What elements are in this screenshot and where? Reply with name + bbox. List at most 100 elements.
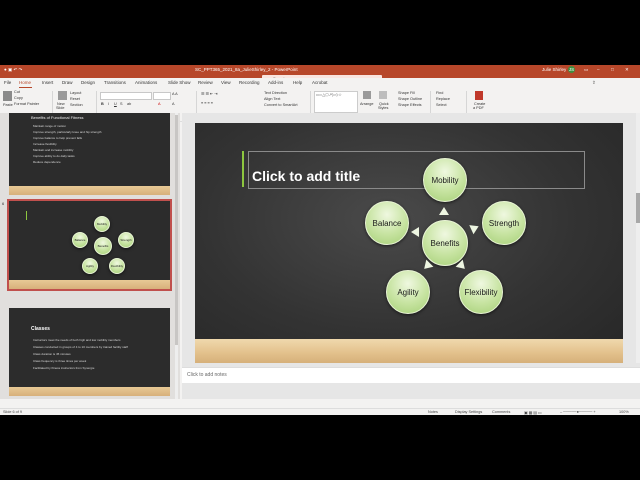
smartart-node-center[interactable]: Benefits: [422, 220, 468, 266]
shadow-icon[interactable]: ab: [127, 102, 131, 106]
thumbnail-number: 6: [2, 201, 5, 206]
tab-animations[interactable]: Animations: [135, 80, 157, 85]
thumbnail-bullet: Improve ability to do daily tasks: [33, 154, 75, 158]
title-bar: ● ▣ ↶ ↷ SC_PPT365_2021_8a_JulieShirley_2…: [0, 65, 640, 74]
slide-floor: [195, 339, 623, 363]
tab-design[interactable]: Design: [81, 80, 95, 85]
align-icons[interactable]: ≡ ≡ ≡ ≡: [201, 101, 213, 105]
slide-scrollbar[interactable]: [636, 113, 640, 363]
tab-view[interactable]: View: [221, 80, 231, 85]
thumbnail-title: Classes: [31, 326, 50, 332]
thumbnail-node-strength: Strength: [118, 232, 134, 248]
slide-thumbnail[interactable]: Classes Instructors meet the needs of bo…: [9, 308, 170, 396]
highlight-icon[interactable]: A: [172, 102, 175, 106]
arrange-label[interactable]: Arrange: [360, 102, 374, 106]
shape-fill-button[interactable]: Shape Fill: [398, 91, 415, 95]
smartart-node-flexibility[interactable]: Flexibility: [459, 270, 503, 314]
arrow-up-icon: [439, 207, 449, 215]
view-buttons-icon[interactable]: ▣ ▦ ▤ ▭: [524, 410, 542, 415]
minimize-icon[interactable]: –: [597, 67, 600, 72]
slide-scrollbar-thumb[interactable]: [636, 193, 640, 223]
paste-icon[interactable]: [3, 91, 12, 101]
notes-placeholder[interactable]: Click to add notes: [187, 372, 227, 378]
thumbnail-node-mobility: Mobility: [94, 216, 110, 232]
thumbnail-bullet: Maintain range of motion: [33, 124, 67, 128]
zoom-slider[interactable]: – ─────●───── +: [560, 410, 596, 414]
create-pdf-label-2[interactable]: a PDF: [473, 106, 484, 110]
tab-draw[interactable]: Draw: [62, 80, 73, 85]
bullets-icon[interactable]: ☰ ☰ ⇤ ⇥: [201, 91, 217, 96]
create-pdf-icon[interactable]: [475, 91, 483, 100]
tab-recording[interactable]: Recording: [239, 80, 260, 85]
shape-effects-button[interactable]: Shape Effects: [398, 103, 422, 107]
autosave-icon[interactable]: ● ▣ ↶ ↷: [4, 67, 22, 73]
layout-button[interactable]: Layout: [70, 91, 81, 95]
comments-button[interactable]: Comments: [492, 410, 510, 414]
convert-smartart-button[interactable]: Convert to SmartArt: [264, 103, 298, 107]
smartart-node-strength[interactable]: Strength: [482, 201, 526, 245]
slide-thumbnail[interactable]: Benefits of Functional Fitness Maintain …: [9, 113, 170, 195]
smartart-node-agility[interactable]: Agility: [386, 270, 430, 314]
format-painter-button[interactable]: Format Painter: [14, 102, 39, 106]
close-icon[interactable]: ✕: [625, 67, 629, 73]
select-button[interactable]: Select: [436, 103, 447, 107]
font-name-select[interactable]: [100, 92, 152, 100]
notes-button[interactable]: Notes: [428, 410, 438, 414]
zoom-level[interactable]: 100%: [619, 410, 629, 414]
paste-label[interactable]: Paste: [3, 103, 13, 107]
reset-button[interactable]: Reset: [70, 97, 80, 101]
thumbnail-bullet: Maintain and increase mobility: [33, 148, 74, 152]
title-accent-bar: [242, 151, 244, 187]
thumbnail-bullet: Class frequency is three times per week: [33, 359, 87, 363]
title-placeholder-text[interactable]: Click to add title: [252, 168, 360, 184]
tab-home[interactable]: Home: [19, 80, 31, 85]
smartart-node-mobility[interactable]: Mobility: [423, 158, 467, 202]
replace-button[interactable]: Replace: [436, 97, 450, 101]
tab-add-ins[interactable]: Add-ins: [268, 80, 283, 85]
user-name[interactable]: Julie Shirley: [542, 67, 566, 72]
strikethrough-icon[interactable]: S: [120, 102, 123, 106]
grow-font-icon[interactable]: A A: [172, 92, 178, 96]
avatar[interactable]: JS: [568, 66, 575, 73]
share-icon[interactable]: ⇪: [592, 80, 596, 86]
thumbnail-bullet: Improve strength, particularly knee and …: [33, 130, 102, 134]
arrow-right-icon: [469, 221, 481, 235]
thumbnail-title-accent: [26, 211, 27, 220]
cut-button[interactable]: Cut: [14, 90, 20, 94]
copy-button[interactable]: Copy: [14, 96, 23, 100]
tab-help[interactable]: Help: [293, 80, 302, 85]
tab-insert[interactable]: Insert: [42, 80, 53, 85]
shape-outline-button[interactable]: Shape Outline: [398, 97, 422, 101]
new-slide-icon[interactable]: [58, 91, 67, 100]
ribbon-display-icon[interactable]: ▭: [584, 67, 588, 73]
bold-icon[interactable]: B: [101, 102, 104, 106]
display-settings-button[interactable]: Display Settings: [455, 410, 482, 414]
tab-slide-show[interactable]: Slide Show: [168, 80, 191, 85]
thumbnails-scrollbar-thumb[interactable]: [175, 115, 178, 345]
quick-styles-label-2[interactable]: Styles: [378, 106, 388, 110]
shapes-gallery[interactable]: ▭○△⬡↗▷◇☆: [314, 91, 358, 113]
quick-styles-icon[interactable]: [379, 91, 387, 99]
arrange-icon[interactable]: [363, 91, 371, 99]
align-text-button[interactable]: Align Text: [264, 97, 280, 101]
slide-thumbnail-selected[interactable]: Mobility Strength Flexibility Agility Ba…: [7, 199, 172, 291]
font-size-select[interactable]: [153, 92, 171, 100]
new-slide-label-2[interactable]: Slide: [56, 106, 64, 110]
maximize-icon[interactable]: □: [611, 67, 614, 72]
tab-review[interactable]: Review: [198, 80, 213, 85]
thumbnail-floor: [9, 387, 170, 396]
status-bar: Slide 6 of 9 Notes Display Settings Comm…: [0, 408, 640, 415]
italic-icon[interactable]: I: [108, 102, 109, 106]
tab-acrobat[interactable]: Acrobat: [312, 80, 328, 85]
text-direction-button[interactable]: Text Direction: [264, 91, 287, 95]
current-slide[interactable]: Click to add title Mobility Strength Fle…: [195, 123, 623, 363]
thumbnail-title: Benefits of Functional Fitness: [31, 115, 84, 120]
find-button[interactable]: Find: [436, 91, 443, 95]
tab-file[interactable]: File: [4, 80, 11, 85]
section-button[interactable]: Section: [70, 103, 83, 107]
notes-pane[interactable]: Click to add notes: [182, 367, 640, 383]
underline-icon[interactable]: U: [114, 102, 117, 106]
tab-transitions[interactable]: Transitions: [104, 80, 126, 85]
smartart-node-balance[interactable]: Balance: [365, 201, 409, 245]
font-color-icon[interactable]: A: [158, 102, 161, 106]
